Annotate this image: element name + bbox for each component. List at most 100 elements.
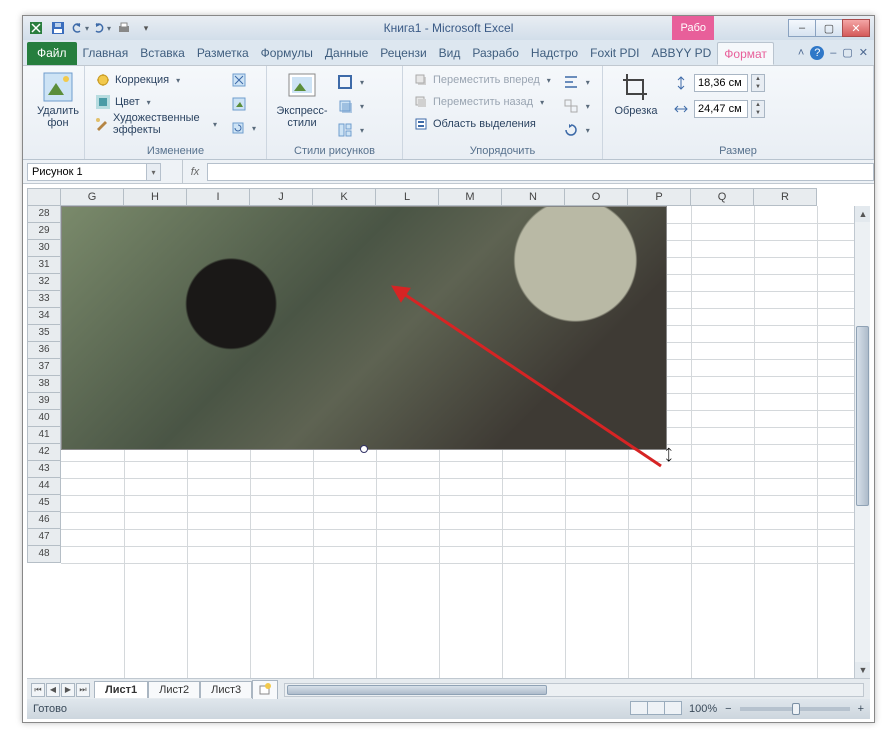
crop-button[interactable]: Обрезка: [609, 69, 663, 119]
zoom-slider[interactable]: [740, 707, 850, 711]
tab-developer[interactable]: Разрабо: [466, 42, 525, 65]
row-header[interactable]: 46: [27, 512, 61, 529]
height-spinner[interactable]: ▲▼: [671, 73, 765, 93]
ribbon-minimize-icon[interactable]: ˄: [798, 47, 804, 59]
sheet-tab-2[interactable]: Лист2: [148, 681, 200, 698]
width-spinner[interactable]: ▲▼: [671, 99, 765, 119]
row-header[interactable]: 40: [27, 410, 61, 427]
artistic-effects-button[interactable]: Художественные эффекты: [91, 113, 221, 135]
sheet-tab-3[interactable]: Лист3: [200, 681, 252, 698]
row-header[interactable]: 32: [27, 274, 61, 291]
row-header[interactable]: 37: [27, 359, 61, 376]
fx-icon[interactable]: fx: [183, 166, 207, 178]
tab-foxit[interactable]: Foxit PDI: [584, 42, 645, 65]
row-header[interactable]: 31: [27, 257, 61, 274]
width-input[interactable]: [694, 100, 748, 118]
row-header[interactable]: 48: [27, 546, 61, 563]
tab-nav-first-icon[interactable]: ⏮: [31, 683, 45, 697]
column-header[interactable]: R: [754, 188, 817, 206]
width-down[interactable]: ▼: [752, 109, 764, 117]
row-header[interactable]: 45: [27, 495, 61, 512]
height-input[interactable]: [694, 74, 748, 92]
file-tab[interactable]: Файл: [27, 42, 77, 65]
column-header[interactable]: O: [565, 188, 628, 206]
name-box-dropdown-icon[interactable]: ▾: [147, 163, 161, 181]
zoom-level[interactable]: 100%: [689, 703, 717, 715]
print-preview-icon[interactable]: [115, 19, 133, 37]
mdi-minimize-icon[interactable]: –: [830, 47, 836, 59]
tab-nav-prev-icon[interactable]: ◀: [46, 683, 60, 697]
row-header[interactable]: 38: [27, 376, 61, 393]
zoom-thumb[interactable]: [792, 703, 800, 715]
tab-layout[interactable]: Разметка: [191, 42, 255, 65]
column-header[interactable]: I: [187, 188, 250, 206]
row-header[interactable]: 41: [27, 427, 61, 444]
row-header[interactable]: 29: [27, 223, 61, 240]
tab-data[interactable]: Данные: [319, 42, 374, 65]
width-up[interactable]: ▲: [752, 101, 764, 109]
column-header[interactable]: G: [61, 188, 124, 206]
row-header[interactable]: 33: [27, 291, 61, 308]
column-header[interactable]: Q: [691, 188, 754, 206]
resize-handle-bottom[interactable]: [360, 445, 368, 453]
vertical-scrollbar[interactable]: ▲ ▼: [854, 206, 870, 678]
minimize-button[interactable]: –: [788, 19, 816, 37]
view-pagebreak-icon[interactable]: [664, 701, 682, 715]
zoom-in-icon[interactable]: +: [858, 703, 864, 715]
corrections-button[interactable]: Коррекция: [91, 69, 221, 91]
selection-pane-button[interactable]: Область выделения: [409, 113, 555, 135]
tab-home[interactable]: Главная: [77, 42, 135, 65]
hscroll-thumb[interactable]: [287, 685, 547, 695]
view-layout-icon[interactable]: [647, 701, 665, 715]
change-picture-icon[interactable]: [227, 93, 260, 115]
picture-border-icon[interactable]: [333, 71, 368, 93]
help-icon[interactable]: ?: [810, 46, 824, 60]
align-icon[interactable]: [559, 71, 594, 93]
scroll-down-icon[interactable]: ▼: [855, 662, 870, 678]
select-all-corner[interactable]: [27, 188, 61, 206]
new-sheet-button[interactable]: [252, 680, 278, 700]
tab-view[interactable]: Вид: [433, 42, 467, 65]
undo-icon[interactable]: [71, 19, 89, 37]
redo-icon[interactable]: [93, 19, 111, 37]
height-down[interactable]: ▼: [752, 83, 764, 91]
express-styles-button[interactable]: Экспресс-стили: [273, 69, 331, 141]
column-header[interactable]: J: [250, 188, 313, 206]
color-button[interactable]: Цвет: [91, 91, 221, 113]
zoom-out-icon[interactable]: −: [725, 703, 731, 715]
row-header[interactable]: 47: [27, 529, 61, 546]
close-button[interactable]: ✕: [842, 19, 870, 37]
name-box-input[interactable]: [27, 163, 147, 181]
rotate-icon[interactable]: [559, 119, 594, 141]
qat-customize-icon[interactable]: ▾: [137, 19, 155, 37]
horizontal-scrollbar[interactable]: [284, 683, 864, 697]
row-header[interactable]: 36: [27, 342, 61, 359]
row-header[interactable]: 39: [27, 393, 61, 410]
compress-pictures-icon[interactable]: [227, 69, 260, 91]
column-header[interactable]: N: [502, 188, 565, 206]
column-header[interactable]: M: [439, 188, 502, 206]
mdi-close-icon[interactable]: ✕: [859, 46, 868, 59]
column-header[interactable]: K: [313, 188, 376, 206]
tab-nav-last-icon[interactable]: ⏭: [76, 683, 90, 697]
tab-nav-next-icon[interactable]: ▶: [61, 683, 75, 697]
column-header[interactable]: H: [124, 188, 187, 206]
column-header[interactable]: L: [376, 188, 439, 206]
tab-addins[interactable]: Надстро: [525, 42, 584, 65]
row-header[interactable]: 34: [27, 308, 61, 325]
scroll-up-icon[interactable]: ▲: [855, 206, 870, 222]
inserted-picture[interactable]: [61, 206, 667, 450]
view-normal-icon[interactable]: [630, 701, 648, 715]
tab-review[interactable]: Рецензи: [374, 42, 432, 65]
height-up[interactable]: ▲: [752, 75, 764, 83]
sheet-tab-1[interactable]: Лист1: [94, 681, 148, 698]
mdi-restore-icon[interactable]: ▢: [842, 46, 852, 59]
tab-formulas[interactable]: Формулы: [255, 42, 319, 65]
row-header[interactable]: 42: [27, 444, 61, 461]
tab-insert[interactable]: Вставка: [134, 42, 191, 65]
row-header[interactable]: 44: [27, 478, 61, 495]
formula-input[interactable]: [207, 163, 874, 181]
row-header[interactable]: 28: [27, 206, 61, 223]
name-box[interactable]: ▾: [23, 160, 183, 183]
picture-effects-icon[interactable]: [333, 95, 368, 117]
